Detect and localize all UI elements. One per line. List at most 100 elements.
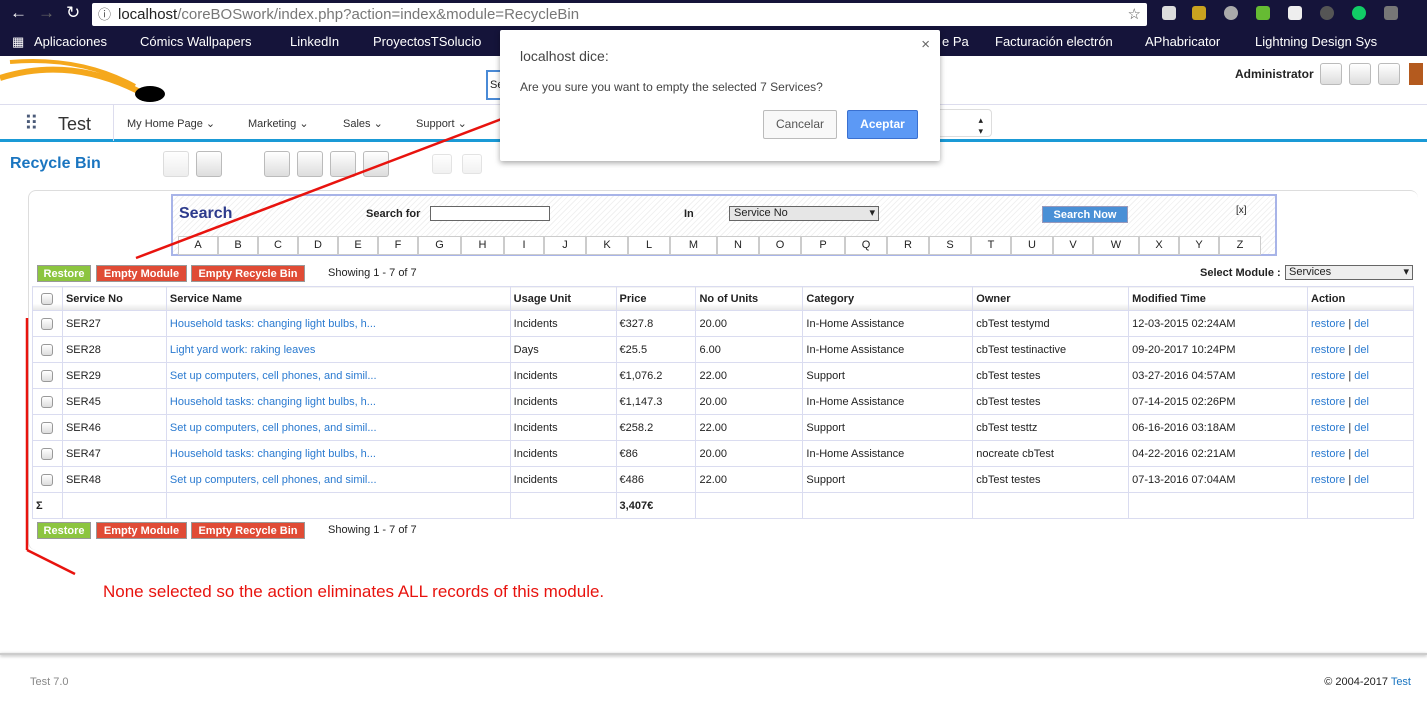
calculator-icon[interactable] xyxy=(330,151,356,177)
select-all-checkbox[interactable] xyxy=(32,286,63,311)
bookmark[interactable]: APhabricator xyxy=(1145,34,1220,49)
accept-button[interactable]: Aceptar xyxy=(847,110,918,139)
mail-icon[interactable] xyxy=(1288,6,1302,20)
letter-filter-x[interactable]: X xyxy=(1139,236,1179,255)
logout-icon[interactable] xyxy=(1409,63,1423,85)
letter-filter-u[interactable]: U xyxy=(1011,236,1053,255)
export-icon[interactable] xyxy=(462,154,482,174)
dialog-close-button[interactable]: × xyxy=(921,36,930,53)
app-launcher-icon[interactable]: ⠿ xyxy=(24,111,39,136)
settings-icon[interactable] xyxy=(1378,63,1400,85)
select-module-dropdown[interactable]: Services ▾ xyxy=(1285,265,1413,280)
info-icon[interactable] xyxy=(1349,63,1371,85)
restore-link[interactable]: restore xyxy=(1311,370,1345,382)
letter-filter-m[interactable]: M xyxy=(670,236,717,255)
restore-link[interactable]: restore xyxy=(1311,318,1345,330)
column-header[interactable]: Usage Unit xyxy=(509,286,617,311)
row-checkbox[interactable] xyxy=(32,466,63,493)
service-name-link[interactable]: Light yard work: raking leaves xyxy=(170,344,316,356)
service-name-link[interactable]: Set up computers, cell phones, and simil… xyxy=(170,422,377,434)
nav-sales[interactable]: Sales ⌄ xyxy=(343,117,383,130)
letter-filter-l[interactable]: L xyxy=(628,236,670,255)
service-name-link[interactable]: Household tasks: changing light bulbs, h… xyxy=(170,448,376,460)
empty-recycle-bin-button[interactable]: Empty Recycle Bin xyxy=(191,265,305,282)
gear-icon[interactable] xyxy=(1224,6,1238,20)
letter-filter-d[interactable]: D xyxy=(298,236,338,255)
back-icon[interactable]: ← xyxy=(10,3,27,23)
search-field-select[interactable]: Service No ▾ xyxy=(729,206,879,221)
letter-filter-h[interactable]: H xyxy=(461,236,504,255)
letter-filter-r[interactable]: R xyxy=(887,236,929,255)
delete-link[interactable]: del xyxy=(1354,370,1369,382)
bookmark[interactable]: ProyectosTSolucio xyxy=(373,34,481,49)
letter-filter-s[interactable]: S xyxy=(929,236,971,255)
letter-filter-v[interactable]: V xyxy=(1053,236,1093,255)
letter-filter-e[interactable]: E xyxy=(338,236,378,255)
letter-filter-n[interactable]: N xyxy=(717,236,759,255)
bookmark[interactable]: Facturación electrón xyxy=(995,34,1113,49)
row-checkbox[interactable] xyxy=(32,362,63,389)
calendar-icon[interactable] xyxy=(264,151,290,177)
extension-icon[interactable] xyxy=(1256,6,1270,20)
delete-link[interactable]: del xyxy=(1354,344,1369,356)
search-icon[interactable] xyxy=(196,151,222,177)
sync-icon[interactable] xyxy=(1320,6,1334,20)
column-header[interactable]: Price xyxy=(615,286,697,311)
column-header[interactable]: Owner xyxy=(972,286,1130,311)
letter-filter-q[interactable]: Q xyxy=(845,236,887,255)
column-header[interactable]: Modified Time xyxy=(1128,286,1308,311)
service-name-link[interactable]: Household tasks: changing light bulbs, h… xyxy=(170,396,376,408)
column-header[interactable]: No of Units xyxy=(695,286,804,311)
close-search-button[interactable]: [x] xyxy=(1236,205,1247,216)
empty-module-button[interactable]: Empty Module xyxy=(96,265,187,282)
bell-icon[interactable] xyxy=(1162,6,1176,20)
delete-link[interactable]: del xyxy=(1354,474,1369,486)
bulb-icon[interactable] xyxy=(1384,6,1398,20)
letter-filter-t[interactable]: T xyxy=(971,236,1011,255)
search-now-button[interactable]: Search Now xyxy=(1042,206,1128,223)
row-checkbox[interactable] xyxy=(32,310,63,337)
restore-link[interactable]: restore xyxy=(1311,448,1345,460)
row-checkbox[interactable] xyxy=(32,336,63,363)
delete-link[interactable]: del xyxy=(1354,422,1369,434)
download-icon[interactable] xyxy=(1192,6,1206,20)
delete-link[interactable]: del xyxy=(1354,318,1369,330)
bookmark[interactable]: Lightning Design Sys xyxy=(1255,34,1377,49)
bookmark[interactable]: e Pa xyxy=(942,34,969,49)
user-icon[interactable] xyxy=(1320,63,1342,85)
empty-recycle-bin-button-bottom[interactable]: Empty Recycle Bin xyxy=(191,522,305,539)
column-header[interactable]: Service Name xyxy=(165,286,511,311)
letter-filter-a[interactable]: A xyxy=(178,236,218,255)
letter-filter-z[interactable]: Z xyxy=(1219,236,1261,255)
cancel-button[interactable]: Cancelar xyxy=(763,110,837,139)
column-header[interactable]: Action xyxy=(1307,286,1414,311)
restore-link[interactable]: restore xyxy=(1311,422,1345,434)
letter-filter-g[interactable]: G xyxy=(418,236,461,255)
bookmark[interactable]: Cómics Wallpapers xyxy=(140,34,252,49)
service-name-link[interactable]: Set up computers, cell phones, and simil… xyxy=(170,370,377,382)
address-bar[interactable]: ⓘ localhost/coreBOSwork/index.php?action=… xyxy=(92,3,1147,26)
row-checkbox[interactable] xyxy=(32,388,63,415)
restore-link[interactable]: restore xyxy=(1311,396,1345,408)
search-input[interactable] xyxy=(430,206,550,221)
letter-filter-j[interactable]: J xyxy=(544,236,586,255)
column-header[interactable]: Service No xyxy=(61,286,167,311)
letter-filter-p[interactable]: P xyxy=(801,236,845,255)
letter-filter-o[interactable]: O xyxy=(759,236,801,255)
add-icon[interactable] xyxy=(163,151,189,177)
forward-icon[interactable]: → xyxy=(38,3,55,23)
reload-icon[interactable]: ↻ xyxy=(66,3,80,23)
restore-button[interactable]: Restore xyxy=(37,265,91,282)
restore-button-bottom[interactable]: Restore xyxy=(37,522,91,539)
row-checkbox[interactable] xyxy=(32,440,63,467)
restore-link[interactable]: restore xyxy=(1311,474,1345,486)
delete-link[interactable]: del xyxy=(1354,448,1369,460)
letter-filter-k[interactable]: K xyxy=(586,236,628,255)
empty-module-button-bottom[interactable]: Empty Module xyxy=(96,522,187,539)
row-checkbox[interactable] xyxy=(32,414,63,441)
nav-marketing[interactable]: Marketing ⌄ xyxy=(248,117,309,130)
service-name-link[interactable]: Set up computers, cell phones, and simil… xyxy=(170,474,377,486)
grammarly-icon[interactable] xyxy=(1352,6,1366,20)
letter-filter-b[interactable]: B xyxy=(218,236,258,255)
bookmark[interactable]: Aplicaciones xyxy=(34,34,107,49)
